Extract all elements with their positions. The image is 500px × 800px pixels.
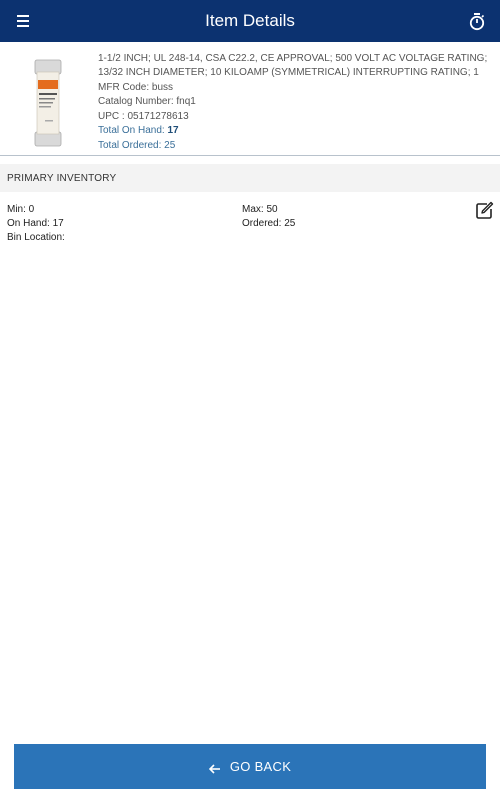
inventory-ordered: Ordered: 25 bbox=[242, 218, 296, 229]
mfr-code: MFR Code: buss bbox=[98, 82, 174, 93]
total-on-hand-label: Total On Hand: bbox=[98, 125, 165, 137]
catalog-number: Catalog Number: fnq1 bbox=[98, 96, 196, 108]
total-ordered: Total Ordered: 25 bbox=[98, 139, 176, 151]
total-on-hand-value: 17 bbox=[167, 125, 179, 137]
arrow-left-icon bbox=[208, 762, 221, 774]
go-back-label: GO BACK bbox=[229, 759, 292, 774]
stopwatch-icon[interactable] bbox=[468, 12, 486, 31]
edit-icon[interactable] bbox=[475, 201, 494, 220]
go-back-button[interactable]: GO BACK bbox=[14, 744, 486, 789]
inventory-min: Min: 0 bbox=[7, 204, 35, 215]
item-summary: 1-1/2 INCH; UL 248-14, CSA C22.2, CE APP… bbox=[0, 42, 500, 156]
section-title: PRIMARY INVENTORY bbox=[7, 173, 117, 184]
bin-location: Bin Location: bbox=[7, 232, 65, 243]
app-bar: Item Details bbox=[0, 0, 500, 42]
total-on-hand: Total On Hand: 17 bbox=[98, 124, 494, 138]
page-title: Item Details bbox=[205, 11, 295, 30]
inventory-on-hand: On Hand: 17 bbox=[7, 218, 64, 229]
item-description: 1-1/2 INCH; UL 248-14, CSA C22.2, CE APP… bbox=[98, 53, 488, 79]
product-image bbox=[30, 58, 66, 148]
inventory-max: Max: 50 bbox=[242, 204, 278, 215]
upc-code: UPC : 05171278613 bbox=[98, 110, 189, 122]
primary-inventory-header: PRIMARY INVENTORY bbox=[0, 164, 500, 192]
